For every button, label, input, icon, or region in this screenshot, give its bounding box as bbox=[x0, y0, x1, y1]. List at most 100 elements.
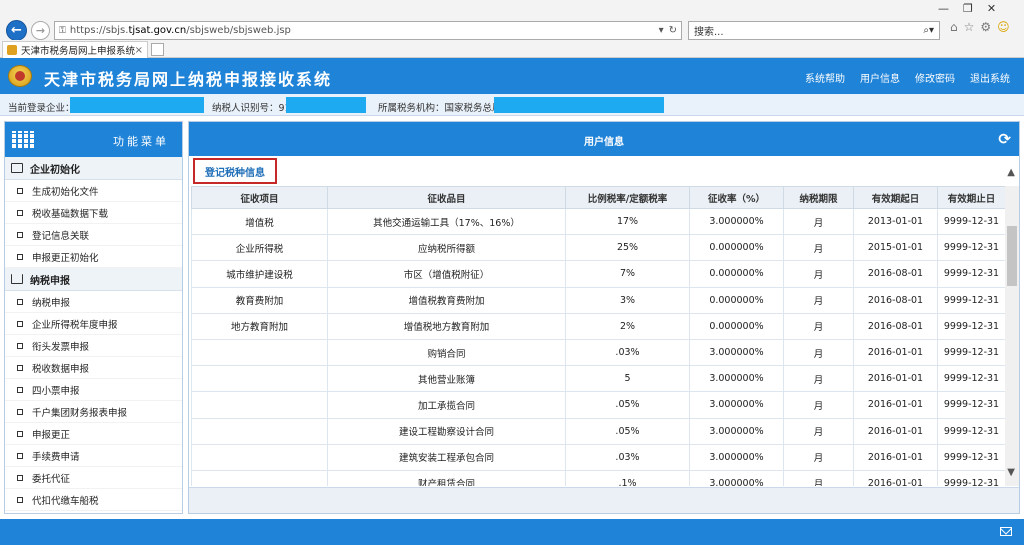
menu-item-tax-data-download[interactable]: 税收基础数据下载 bbox=[5, 202, 182, 224]
menu-item-fee-application[interactable]: 手续费申请 bbox=[5, 445, 182, 467]
dropdown-icon[interactable]: ▾ bbox=[659, 25, 664, 36]
minimize-icon[interactable]: — bbox=[938, 2, 949, 15]
table-cell: 月 bbox=[783, 417, 854, 445]
section-enterprise-init[interactable]: 企业初始化 bbox=[5, 157, 182, 180]
scroll-down-icon[interactable]: ▼ bbox=[1007, 467, 1015, 478]
table-header-row: 征收项目 征收品目 比例税率/定额税率 征收率（%） 纳税期限 有效期起日 有效… bbox=[191, 186, 1005, 209]
tax-org-label: 所属税务机构：国家税务总局 bbox=[378, 103, 502, 114]
table-cell: .03% bbox=[565, 338, 690, 367]
tab-tax-registration-info[interactable]: 登记税种信息 bbox=[193, 158, 277, 184]
col-header-rate: 比例税率/定额税率 bbox=[565, 186, 690, 209]
favorites-star-icon[interactable]: ☆ bbox=[964, 20, 975, 34]
table-cell: 9999-12-31 bbox=[937, 260, 1005, 288]
bullet-icon bbox=[17, 408, 23, 415]
table-row: 购销合同 .03% 3.000000% 月 2016-01-01 9999-12-31 bbox=[191, 338, 1005, 367]
menu-item-registration-link[interactable]: 登记信息关联 bbox=[5, 224, 182, 246]
table-cell: 月 bbox=[783, 391, 854, 419]
search-placeholder: 搜索... bbox=[694, 27, 724, 38]
table-cell: 9999-12-31 bbox=[937, 207, 1005, 236]
menu-item-annual-income-tax[interactable]: 企业所得税年度申报 bbox=[5, 313, 182, 335]
bullet-icon bbox=[17, 496, 23, 503]
table-cell: 2013-01-01 bbox=[853, 207, 938, 236]
bullet-icon bbox=[17, 320, 23, 327]
menu-item-generate-init-file[interactable]: 生成初始化文件 bbox=[5, 180, 182, 202]
back-button[interactable]: ← bbox=[6, 20, 27, 41]
refresh-icon[interactable]: ⟳ bbox=[998, 130, 1011, 148]
table-cell: 教育费附加 bbox=[191, 286, 328, 314]
scrollbar-thumb[interactable] bbox=[1007, 226, 1017, 286]
table-row: 教育费附加 增值税教育费附加 3% 0.000000% 月 2016-08-01 9999-… bbox=[191, 286, 1005, 314]
table-cell: 增值税 bbox=[191, 207, 328, 236]
bullet-icon bbox=[17, 342, 23, 349]
mail-icon[interactable] bbox=[1000, 527, 1012, 536]
table-cell: 3.000000% bbox=[689, 391, 784, 419]
menu-item-tax-data-filing[interactable]: 税收数据申报 bbox=[5, 357, 182, 379]
table-cell: 2016-01-01 bbox=[853, 443, 938, 471]
table-cell: 0.000000% bbox=[689, 234, 784, 262]
site-icon: ⚿ bbox=[59, 25, 66, 36]
table-cell: 月 bbox=[783, 207, 854, 236]
menu-item-invoice-filing[interactable]: 衔头发票申报 bbox=[5, 335, 182, 357]
tab-favicon-icon bbox=[7, 45, 17, 55]
col-header-end: 有效期止日 bbox=[937, 186, 1005, 209]
panel-header: 用户信息 ⟳ bbox=[189, 122, 1019, 156]
close-icon[interactable]: ✕ bbox=[987, 2, 996, 15]
table-cell: 2016-01-01 bbox=[853, 365, 938, 393]
table-cell: 建设工程勘察设计合同 bbox=[327, 417, 566, 445]
refresh-page-icon[interactable]: ↻ bbox=[669, 25, 677, 36]
table-cell: 市区（增值税附征） bbox=[327, 260, 566, 288]
restore-icon[interactable]: ❐ bbox=[963, 2, 973, 15]
table-cell: .05% bbox=[565, 391, 690, 419]
home-icon[interactable]: ⌂ bbox=[950, 20, 958, 34]
table-cell: .05% bbox=[565, 417, 690, 445]
table-cell: 月 bbox=[783, 286, 854, 314]
bullet-icon bbox=[17, 298, 23, 305]
new-tab-button[interactable] bbox=[151, 43, 164, 56]
scroll-up-icon[interactable]: ▲ bbox=[1007, 167, 1015, 178]
menu-item-tax-filing[interactable]: 纳税申报 bbox=[5, 291, 182, 313]
tab-close-icon[interactable]: × bbox=[135, 45, 143, 56]
menu-item-four-receipts[interactable]: 四小票申报 bbox=[5, 379, 182, 401]
logout-link[interactable]: 退出系统 bbox=[970, 70, 1010, 85]
table-cell bbox=[191, 365, 328, 393]
address-bar[interactable]: ⚿ https://sbjs.tjsat.gov.cn/sbjsweb/sbjs… bbox=[54, 21, 682, 40]
bullet-icon bbox=[17, 253, 23, 260]
table-cell: 月 bbox=[783, 469, 854, 486]
menu-item-group-financial-report[interactable]: 千户集团财务报表申报 bbox=[5, 401, 182, 423]
table-cell: 2016-01-01 bbox=[853, 469, 938, 486]
table-cell: 其他营业账簿 bbox=[327, 365, 566, 393]
menu-item-correction-init[interactable]: 申报更正初始化 bbox=[5, 246, 182, 268]
menu-item-filing-correction[interactable]: 申报更正 bbox=[5, 423, 182, 445]
vertical-scrollbar[interactable] bbox=[1005, 186, 1019, 486]
table-cell: 2016-01-01 bbox=[853, 417, 938, 445]
col-header-start: 有效期起日 bbox=[853, 186, 938, 209]
smiley-icon[interactable]: ☺ bbox=[997, 20, 1010, 34]
subtab-row: 登记税种信息 ▲ bbox=[189, 158, 1019, 184]
grid-menu-icon bbox=[12, 131, 34, 148]
forward-button[interactable]: → bbox=[31, 21, 50, 40]
table-cell: 月 bbox=[783, 338, 854, 367]
menu-item-entrusted-collection[interactable]: 委托代征 bbox=[5, 467, 182, 489]
settings-gear-icon[interactable]: ⚙ bbox=[980, 20, 991, 34]
col-header-levy-rate: 征收率（%） bbox=[689, 186, 784, 209]
table-cell: 9999-12-31 bbox=[937, 443, 1005, 471]
table-cell: 2015-01-01 bbox=[853, 234, 938, 262]
table-row: 企业所得税 应纳税所得额 25% 0.000000% 月 2015-01-01 9999-1… bbox=[191, 234, 1005, 262]
table-cell: 加工承揽合同 bbox=[327, 391, 566, 419]
table-cell bbox=[191, 338, 328, 367]
change-password-link[interactable]: 修改密码 bbox=[915, 70, 955, 85]
tax-org-redaction bbox=[494, 97, 664, 113]
table-cell: 25% bbox=[565, 234, 690, 262]
table-cell bbox=[191, 443, 328, 471]
menu-item-vehicle-tax[interactable]: 代扣代缴车船税 bbox=[5, 489, 182, 511]
help-link[interactable]: 系统帮助 bbox=[805, 70, 845, 85]
table-cell: 购销合同 bbox=[327, 338, 566, 367]
table-row: 城市维护建设税 市区（增值税附征） 7% 0.000000% 月 2016-08-01 99… bbox=[191, 260, 1005, 288]
search-icon[interactable]: ⌕▾ bbox=[923, 25, 934, 36]
table-cell: 3% bbox=[565, 286, 690, 314]
table-cell: 2% bbox=[565, 312, 690, 340]
user-info-link[interactable]: 用户信息 bbox=[860, 70, 900, 85]
browser-tab[interactable]: 天津市税务局网上申报系统... × bbox=[2, 41, 148, 58]
section-tax-filing[interactable]: 纳税申报 bbox=[5, 268, 182, 291]
search-box[interactable]: 搜索... ⌕▾ bbox=[688, 21, 940, 40]
